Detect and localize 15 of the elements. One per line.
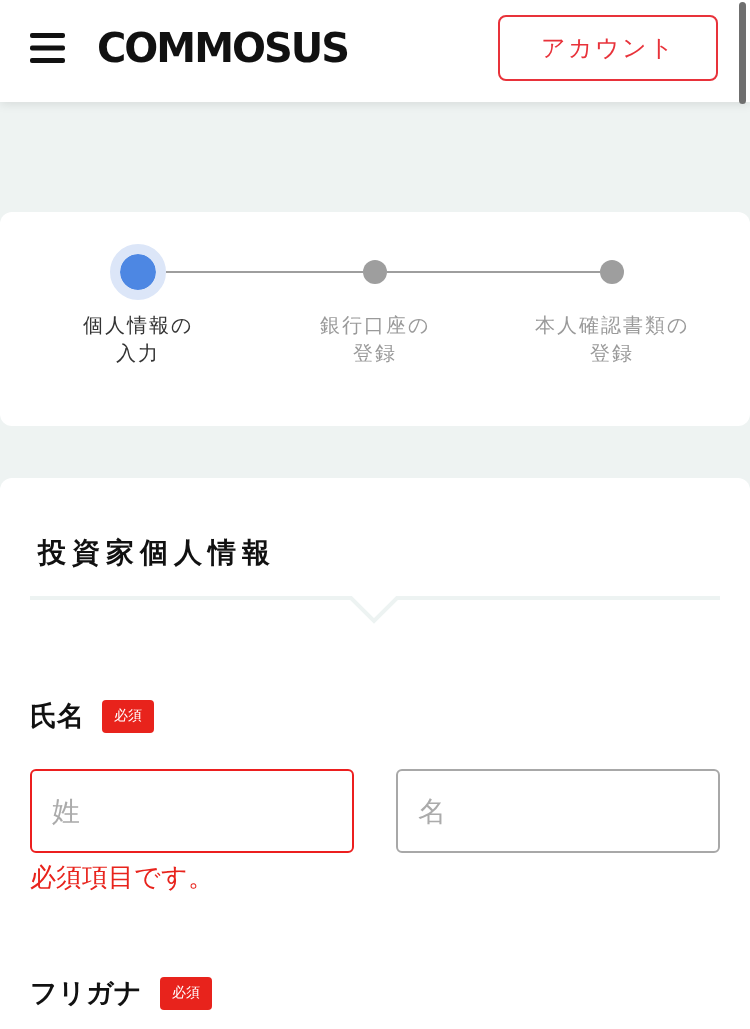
scrollbar-thumb[interactable] [739, 2, 746, 104]
step-label: 銀行口座の登録 [319, 312, 431, 367]
step-label: 本人確認書類の登録 [533, 312, 690, 367]
account-button[interactable]: アカウント [498, 15, 718, 81]
logo[interactable]: COMMOSUS [97, 26, 349, 70]
required-badge: 必須 [160, 976, 212, 1010]
required-badge: 必須 [102, 699, 154, 733]
input-field[interactable]: 姓 [30, 769, 354, 853]
error-message: 必須項目です。 [30, 861, 215, 894]
input-field[interactable]: 名 [396, 769, 720, 853]
field-label: フリガナ [30, 976, 142, 1010]
step-label: 個人情報の入力 [82, 312, 195, 367]
section-title: 投資家個人情報 [38, 535, 277, 571]
menu-icon[interactable] [30, 33, 65, 63]
field-label: 氏名 [30, 699, 84, 733]
